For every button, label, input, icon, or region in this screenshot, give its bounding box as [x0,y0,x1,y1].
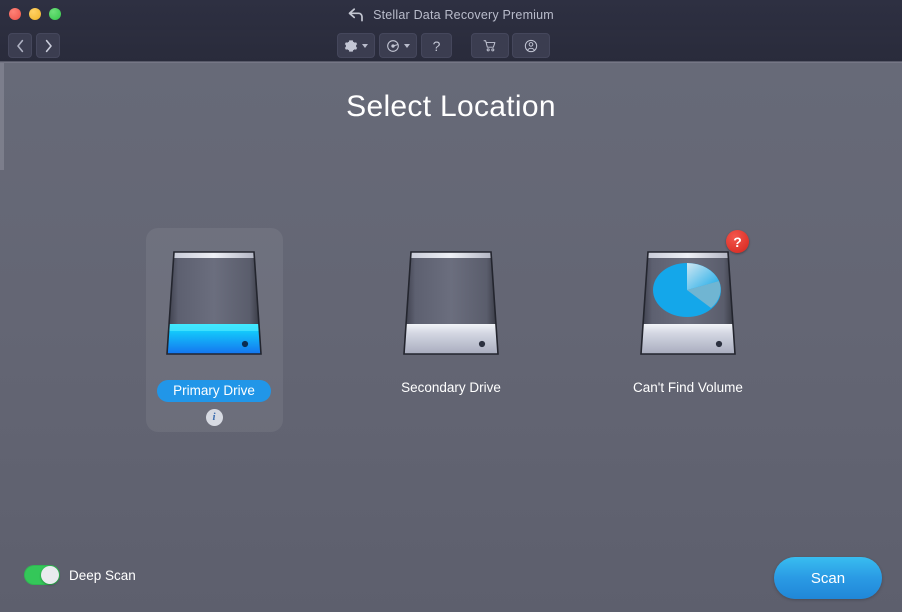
history-button[interactable] [379,33,417,58]
chevron-left-icon [16,39,25,53]
app-title: Stellar Data Recovery Premium [373,8,554,22]
toolbar-center-group: ? [337,33,452,58]
deep-scan-control[interactable]: Deep Scan [24,565,136,585]
toolbar-right-group [471,33,550,58]
drive-icon-secondary [398,236,504,362]
footer-bar: Deep Scan Scan [0,554,902,612]
drive-item-secondary[interactable]: Secondary Drive [333,228,570,395]
chevron-down-icon [404,44,410,48]
drive-label-primary: Primary Drive [157,380,271,402]
user-account-icon [524,39,538,53]
hard-drive-icon [398,236,504,362]
drive-icon-primary [161,236,267,362]
drive-label-secondary: Secondary Drive [401,380,501,395]
nav-back-button[interactable] [8,33,32,58]
deep-scan-toggle[interactable] [24,565,60,585]
drive-item-primary[interactable]: Primary Drive i [146,228,283,432]
help-label: ? [433,39,441,53]
drive-list: Primary Drive i [0,228,902,432]
clock-history-icon [386,39,400,53]
chevron-down-icon [362,44,368,48]
help-button[interactable]: ? [421,33,452,58]
warning-badge: ? [726,230,749,253]
page-title: Select Location [0,90,902,124]
shopping-cart-icon [483,39,497,53]
drive-item-cant-find-volume[interactable]: ? Can't Find Volume [570,228,807,395]
title-bar-content: Stellar Data Recovery Premium [0,0,902,30]
title-bar: Stellar Data Recovery Premium [0,0,902,30]
gear-icon [344,39,358,53]
drive-icon-cant-find-volume: ? [635,236,741,362]
navigation-group [8,33,60,58]
toggle-knob [41,566,59,584]
chevron-right-icon [44,39,53,53]
account-button[interactable] [512,33,550,58]
app-window: Stellar Data Recovery Premium [0,0,902,612]
toolbar: ? [0,30,902,62]
deep-scan-label: Deep Scan [69,568,136,583]
nav-forward-button[interactable] [36,33,60,58]
hard-drive-icon [161,236,267,362]
settings-button[interactable] [337,33,375,58]
scan-button[interactable]: Scan [774,557,882,599]
back-arrow-icon[interactable] [348,8,364,22]
hard-drive-pie-icon [635,236,741,362]
main-content: Select Location [0,63,902,612]
drive-label-cant-find-volume: Can't Find Volume [633,380,743,395]
buy-now-button[interactable] [471,33,509,58]
info-icon[interactable]: i [206,409,223,426]
